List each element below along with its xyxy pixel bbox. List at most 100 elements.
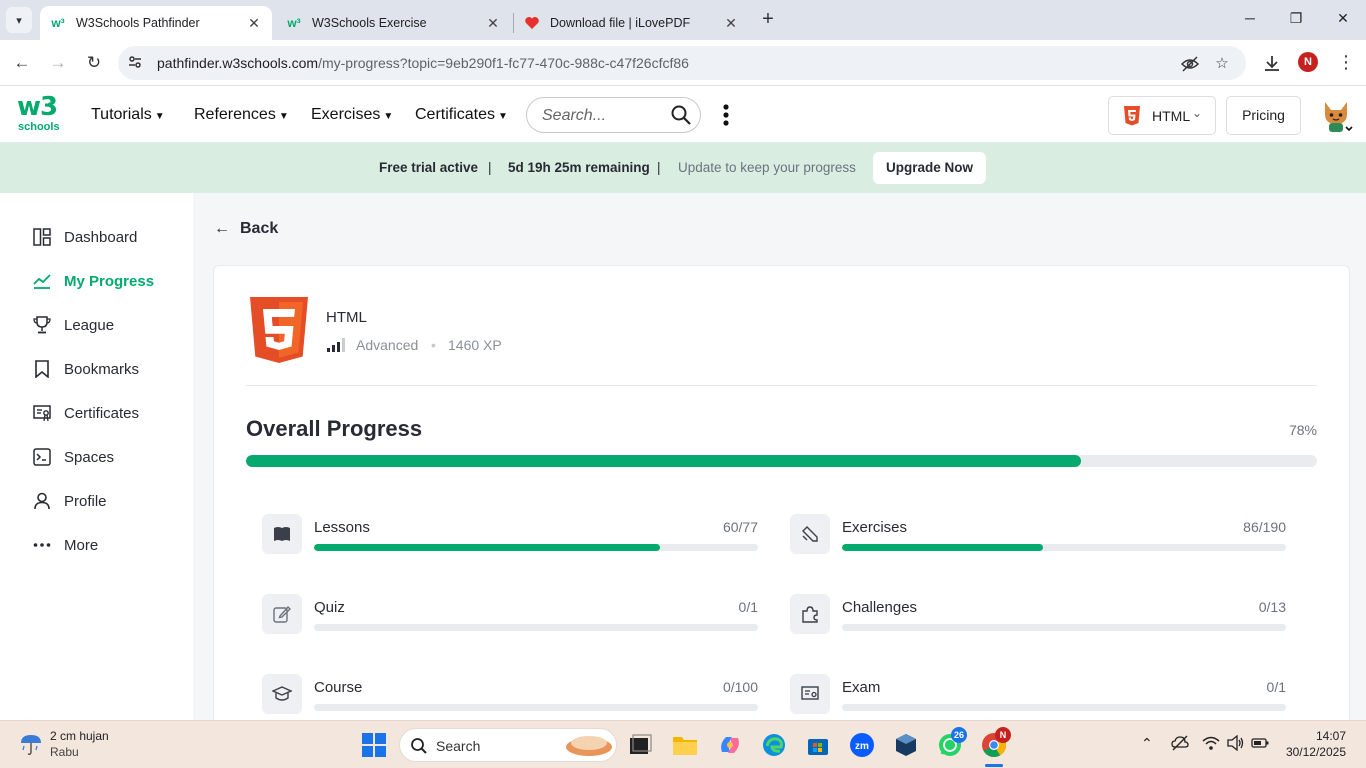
clock-date[interactable]: 30/12/2025 — [1286, 745, 1346, 759]
zoom-icon[interactable]: zm — [849, 732, 875, 758]
taskbar-search-label: Search — [436, 738, 481, 754]
stat-label: Exercises — [842, 519, 908, 536]
url-text[interactable]: pathfinder.w3schools.com/my-progress?top… — [157, 55, 689, 71]
user-avatar[interactable] — [1319, 98, 1353, 134]
minimize-icon[interactable]: ─ — [1240, 10, 1260, 30]
tab-close-icon[interactable]: ✕ — [723, 15, 739, 32]
tab-close-icon[interactable]: ✕ — [485, 15, 501, 32]
tab-search-dropdown-icon[interactable]: ▾ — [6, 7, 32, 33]
site-info-icon[interactable] — [126, 54, 144, 72]
virtualbox-icon[interactable] — [893, 732, 919, 758]
stat-course[interactable]: Course 0/100 — [262, 674, 758, 714]
banner-separator: | — [657, 160, 661, 175]
sidebar-item-label: League — [64, 316, 115, 334]
sidebar-item-certificates[interactable]: Certificates — [33, 401, 139, 425]
stat-lessons[interactable]: Lessons 60/77 — [262, 514, 758, 554]
sidebar-item-my-progress[interactable]: My Progress — [33, 269, 154, 293]
stat-count: 0/1 — [738, 599, 758, 615]
certificate-icon — [33, 404, 51, 422]
cloud-offline-icon[interactable] — [1171, 735, 1189, 754]
sidebar-item-league[interactable]: League — [33, 313, 114, 337]
tab-title: W3Schools Exercise — [312, 16, 427, 30]
stat-quiz[interactable]: Quiz 0/1 — [262, 594, 758, 634]
battery-icon[interactable] — [1251, 735, 1269, 754]
chevron-down-icon: ⌄ — [1192, 106, 1203, 120]
nav-tutorials[interactable]: Tutorials ▼ — [91, 106, 165, 124]
caret-down-icon: ▼ — [154, 111, 165, 122]
show-hidden-icons-chevron-icon[interactable]: ⌃ — [1141, 735, 1153, 752]
sidebar-item-profile[interactable]: Profile — [33, 489, 107, 513]
logo-schools: schools — [18, 121, 60, 133]
download-icon[interactable] — [1262, 53, 1282, 73]
edge-browser-icon[interactable] — [761, 732, 787, 758]
active-app-indicator — [985, 764, 1003, 767]
weather-text[interactable]: 2 cm hujan — [50, 729, 109, 743]
stat-progress-bar — [314, 544, 758, 551]
exam-certificate-icon — [790, 674, 830, 714]
sidebar-item-bookmarks[interactable]: Bookmarks — [33, 357, 139, 381]
tab-ilovepdf[interactable]: Download file | iLovePDF ✕ — [514, 6, 749, 40]
stat-count: 0/100 — [722, 679, 758, 695]
pricing-button[interactable]: Pricing — [1226, 96, 1301, 135]
bookmark-star-icon[interactable]: ☆ — [1212, 54, 1232, 74]
stat-progress-bar — [314, 704, 758, 711]
microsoft-store-icon[interactable] — [805, 732, 831, 758]
w3schools-logo[interactable]: w3 3 schools — [17, 92, 61, 134]
url-omnibox[interactable]: pathfinder.w3schools.com/my-progress?top… — [118, 46, 1246, 80]
sidebar-item-dashboard[interactable]: Dashboard — [33, 225, 137, 249]
stat-exercises[interactable]: Exercises 86/190 — [790, 514, 1286, 554]
new-tab-button[interactable]: + — [757, 9, 779, 31]
nav-references[interactable]: References ▼ — [194, 106, 289, 124]
forward-arrow-icon[interactable]: → — [47, 52, 69, 74]
taskbar-search-input[interactable]: Search — [399, 728, 617, 762]
stat-count: 86/190 — [1243, 519, 1286, 535]
clock-time[interactable]: 14:07 — [1316, 729, 1346, 743]
tab-w3schools-exercise[interactable]: w³ W3Schools Exercise ✕ — [276, 6, 511, 40]
task-view-icon[interactable] — [627, 732, 653, 758]
stat-exam[interactable]: Exam 0/1 — [790, 674, 1286, 714]
language-selector-button[interactable]: HTML ⌄ — [1108, 96, 1216, 135]
nav-certificates[interactable]: Certificates ▼ — [415, 106, 508, 124]
quiz-edit-icon — [262, 594, 302, 634]
sidebar-item-label: More — [64, 536, 99, 554]
volume-icon[interactable] — [1227, 734, 1245, 754]
eye-slash-icon[interactable] — [1180, 54, 1200, 74]
tab-w3schools-pathfinder[interactable]: w³ W3Schools Pathfinder ✕ — [40, 6, 272, 40]
tab-close-icon[interactable]: ✕ — [246, 15, 262, 32]
html5-shield-icon — [1123, 106, 1141, 131]
windows-start-icon[interactable] — [361, 732, 387, 758]
trial-status: Free trial active — [379, 160, 479, 175]
file-explorer-icon[interactable] — [672, 732, 698, 758]
upgrade-now-button[interactable]: Upgrade Now — [873, 152, 986, 184]
nav-exercises[interactable]: Exercises ▼ — [311, 106, 393, 124]
trial-remaining: 5d 19h 25m remaining — [508, 160, 650, 175]
tab-title: W3Schools Pathfinder — [76, 16, 200, 30]
sidebar-item-spaces[interactable]: Spaces — [33, 445, 114, 469]
site-search-input[interactable]: Search... — [526, 97, 701, 133]
stat-challenges[interactable]: Challenges 0/13 — [790, 594, 1286, 634]
back-arrow-icon[interactable]: ← — [11, 52, 33, 74]
back-button[interactable]: ← Back — [214, 220, 278, 238]
wifi-icon[interactable] — [1202, 735, 1220, 754]
sidebar-item-label: Profile — [64, 492, 107, 510]
window-close-icon[interactable]: ✕ — [1333, 10, 1353, 30]
sidebar-item-label: Bookmarks — [64, 360, 140, 378]
restore-icon[interactable]: ❐ — [1286, 10, 1306, 30]
overall-progress-bar — [246, 455, 1317, 467]
rain-weather-icon[interactable] — [18, 731, 44, 757]
more-menu-icon[interactable] — [720, 103, 732, 127]
url-path: /my-progress?topic=9eb290f1-fc77-470c-98… — [318, 55, 689, 71]
windows-taskbar: 2 cm hujan Rabu Search zm 26 N ⌃ 14:07 3… — [0, 720, 1366, 768]
reload-icon[interactable]: ↻ — [83, 52, 105, 74]
w3schools-favicon-icon: w³ — [51, 16, 65, 30]
html5-logo-icon — [250, 297, 308, 363]
profile-avatar[interactable]: N — [1298, 52, 1318, 72]
browser-menu-icon[interactable]: ⋮ — [1336, 52, 1356, 72]
sidebar-item-more[interactable]: More — [33, 533, 98, 557]
logo-superscript: 3 — [48, 94, 55, 108]
search-icon[interactable] — [670, 104, 692, 126]
ilovepdf-heart-favicon-icon — [524, 15, 540, 31]
user-icon — [33, 492, 51, 510]
browser-tab-bar: ▾ w³ W3Schools Pathfinder ✕ w³ W3Schools… — [0, 0, 1366, 40]
copilot-icon[interactable] — [717, 732, 743, 758]
